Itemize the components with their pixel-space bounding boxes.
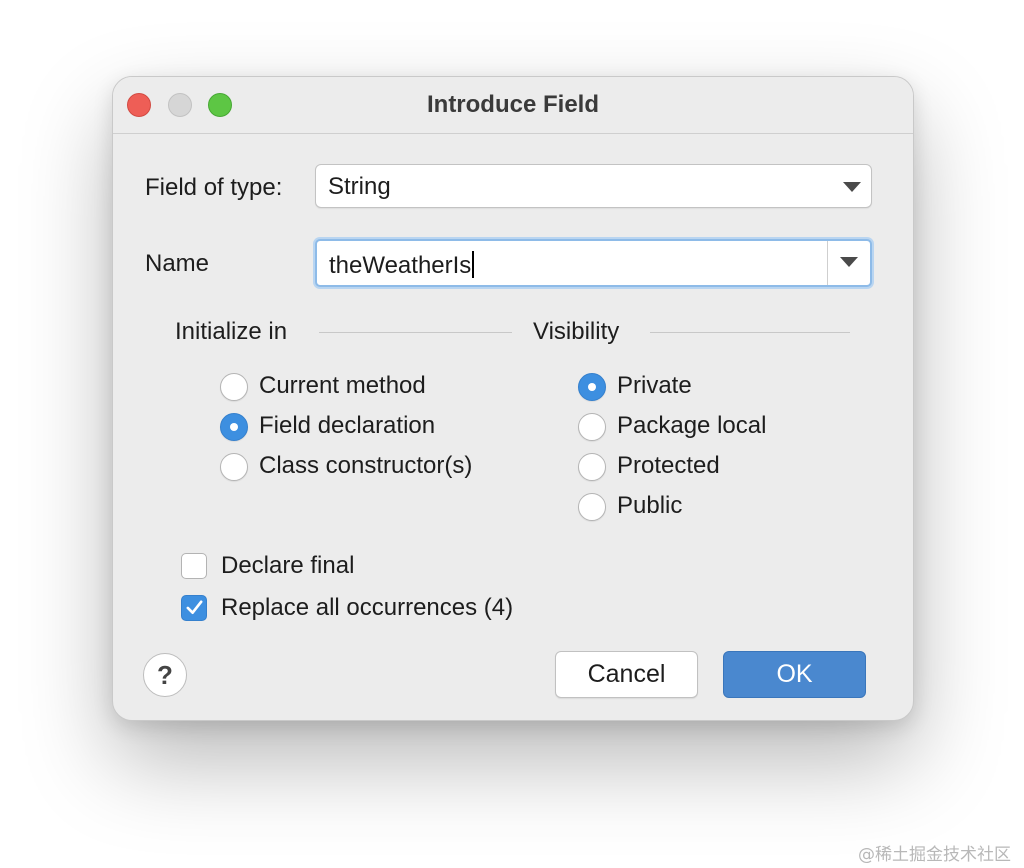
replace-all-checkbox[interactable] bbox=[181, 595, 207, 621]
title-bar: Introduce Field bbox=[113, 77, 913, 134]
radio-field-declaration[interactable] bbox=[220, 413, 248, 441]
initialize-section-divider bbox=[319, 332, 512, 333]
field-type-select[interactable]: String bbox=[315, 164, 872, 208]
visibility-heading: Visibility bbox=[533, 318, 620, 345]
radio-package-local[interactable] bbox=[578, 413, 606, 441]
radio-label-protected: Protected bbox=[617, 452, 720, 479]
radio-label-private: Private bbox=[617, 372, 692, 399]
name-value: theWeatherIs bbox=[329, 252, 472, 279]
field-type-label: Field of type: bbox=[145, 174, 283, 201]
radio-label-field-declaration: Field declaration bbox=[259, 412, 436, 439]
chevron-down-icon bbox=[843, 182, 861, 192]
dialog-title: Introduce Field bbox=[426, 91, 599, 118]
declare-final-label: Declare final bbox=[221, 552, 355, 579]
radio-private[interactable] bbox=[578, 373, 606, 401]
introduce-field-dialog: Introduce Field Field of type: String Na… bbox=[112, 76, 914, 721]
name-label: Name bbox=[145, 250, 210, 277]
initialize-in-heading: Initialize in bbox=[175, 318, 288, 345]
field-type-value: String bbox=[328, 173, 391, 200]
question-mark-icon: ? bbox=[157, 660, 173, 690]
radio-label-class-constructors: Class constructor(s) bbox=[259, 452, 473, 479]
declare-final-checkbox[interactable] bbox=[181, 553, 207, 579]
ok-button[interactable]: OK bbox=[723, 651, 866, 698]
name-combo-field[interactable]: theWeatherIs bbox=[315, 239, 872, 287]
radio-current-method[interactable] bbox=[220, 373, 248, 401]
cancel-button[interactable]: Cancel bbox=[555, 651, 698, 698]
replace-all-label: Replace all occurrences (4) bbox=[221, 594, 514, 621]
help-button[interactable]: ? bbox=[143, 653, 187, 697]
radio-label-current-method: Current method bbox=[259, 372, 426, 399]
watermark-text: @稀土掘金技术社区 bbox=[858, 845, 1011, 865]
radio-label-package-local: Package local bbox=[617, 412, 767, 439]
radio-class-constructors[interactable] bbox=[220, 453, 248, 481]
combo-divider bbox=[827, 241, 828, 285]
chevron-down-icon[interactable] bbox=[840, 257, 858, 267]
radio-protected[interactable] bbox=[578, 453, 606, 481]
text-caret bbox=[472, 251, 475, 278]
visibility-section-divider bbox=[650, 332, 850, 333]
name-input[interactable]: theWeatherIs bbox=[329, 251, 475, 280]
radio-public[interactable] bbox=[578, 493, 606, 521]
checkmark-icon bbox=[186, 600, 203, 615]
radio-label-public: Public bbox=[617, 492, 683, 519]
